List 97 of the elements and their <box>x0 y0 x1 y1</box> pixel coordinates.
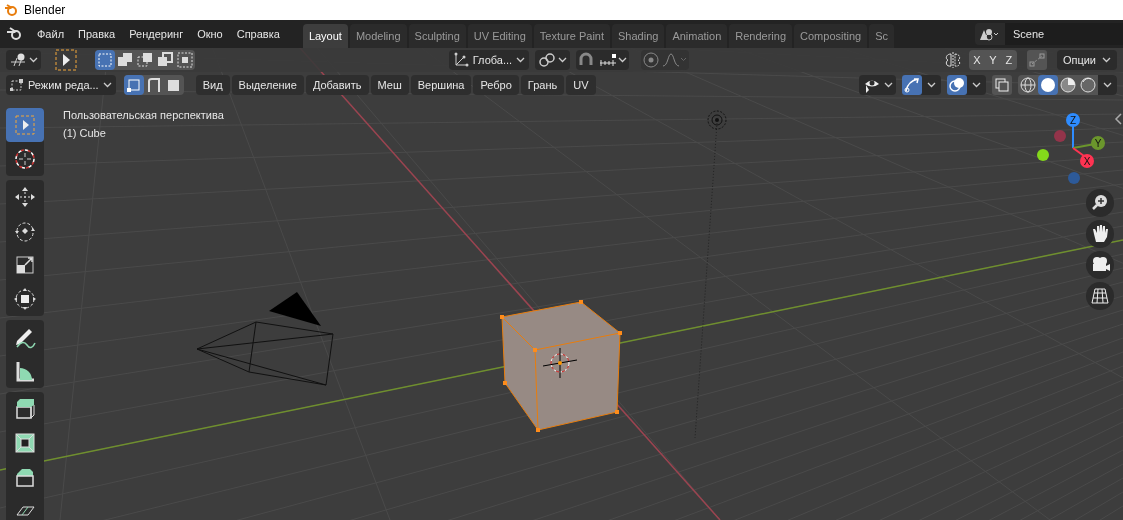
shading-mode-button[interactable] <box>1018 75 1038 95</box>
menu-item[interactable]: Справка <box>229 25 287 43</box>
select-box-icon <box>13 113 37 137</box>
select-invert-icon <box>156 51 174 69</box>
workspace-tab[interactable]: Layout <box>302 24 348 48</box>
caret-icon <box>618 57 628 63</box>
caret-icon <box>884 82 893 88</box>
shading-mode-button[interactable] <box>1058 75 1078 95</box>
select-tool-icon[interactable] <box>55 49 77 71</box>
scene-name-field[interactable]: Scene <box>1005 23 1123 45</box>
workspace-tab[interactable]: Animation <box>666 24 728 48</box>
select-intersect-icon <box>176 51 194 69</box>
workspace-tab[interactable]: Sculpting <box>408 24 466 48</box>
move-arrows-icon <box>13 185 37 209</box>
transform-icon <box>13 287 37 311</box>
shading-dropdown[interactable] <box>1098 75 1117 95</box>
menu-item[interactable]: Рендеринг <box>122 25 191 43</box>
options-label: Опции <box>1062 52 1096 68</box>
solid-sphere-icon <box>1038 75 1058 95</box>
header-menu[interactable]: Ребро <box>473 75 519 95</box>
header-menu[interactable]: UV <box>566 75 596 95</box>
select-mode-button[interactable] <box>175 50 195 70</box>
menu-item[interactable]: Правка <box>71 25 123 43</box>
caret-icon <box>102 82 112 88</box>
window-title: Blender <box>24 2 66 19</box>
header-menu[interactable]: Выделение <box>231 75 304 95</box>
pivot-dropdown[interactable] <box>6 50 41 70</box>
scene-selector[interactable] <box>975 23 1005 45</box>
visibility-dropdown[interactable] <box>859 75 896 95</box>
header-menu[interactable]: Вершина <box>410 75 472 95</box>
caret-icon <box>29 57 38 63</box>
mode-label: Режим реда... <box>28 77 99 93</box>
increment-icon <box>598 52 619 68</box>
axis-label: Y <box>1094 138 1102 149</box>
axis-toggle[interactable]: X <box>968 50 985 70</box>
caret-icon <box>972 82 981 88</box>
object-info: (1) Cube <box>63 126 107 141</box>
menu-item[interactable]: Окно <box>190 25 230 43</box>
view-name: Пользовательская перспектива <box>63 108 224 123</box>
header-menu[interactable]: Добавить <box>305 75 369 95</box>
link-icon <box>538 52 557 68</box>
orientation-dropdown[interactable]: Глоба... <box>448 50 530 70</box>
blender-logo-icon <box>4 4 18 16</box>
element-mode-button[interactable] <box>123 75 144 95</box>
hand-button[interactable] <box>1086 220 1114 248</box>
shading-mode-button[interactable] <box>1078 75 1098 95</box>
overlay-toggle-icon[interactable] <box>947 75 967 95</box>
3d-cursor-icon <box>542 347 578 379</box>
proportional-edit-icon[interactable] <box>642 51 661 69</box>
shading-mode-button[interactable] <box>1038 75 1058 95</box>
rendered-sphere-icon <box>1078 75 1098 95</box>
material-sphere-icon <box>1058 75 1078 95</box>
rotate-icon <box>13 219 37 243</box>
wireframe-sphere-icon <box>1018 75 1038 95</box>
pivot-icon <box>9 52 27 68</box>
camera-button[interactable] <box>1086 251 1114 279</box>
workspace-tab[interactable]: Shading <box>612 24 665 48</box>
caret-icon <box>927 82 936 88</box>
zoom-button[interactable] <box>1086 189 1114 217</box>
mode-dropdown[interactable]: Режим реда... <box>6 75 116 95</box>
scale-icon <box>13 253 37 277</box>
select-subtract-icon <box>136 51 154 69</box>
options-dropdown[interactable]: Опции <box>1056 50 1117 70</box>
workspace-tab[interactable]: Rendering <box>729 24 793 48</box>
select-mode-button[interactable] <box>135 50 155 70</box>
falloff-curve-icon[interactable] <box>662 52 689 68</box>
caret-icon <box>1103 82 1112 88</box>
axis-label: Z <box>1069 115 1077 126</box>
header-menu[interactable]: Вид <box>195 75 230 95</box>
menu-item[interactable]: Файл <box>30 25 72 43</box>
workspace-tab[interactable]: Sc <box>869 24 895 48</box>
select-set-icon <box>96 51 114 69</box>
header-menu[interactable]: Меш <box>370 75 409 95</box>
extrude-icon <box>13 397 37 421</box>
auto-merge-icon[interactable] <box>1026 50 1047 70</box>
edit-mode-icon <box>10 78 24 92</box>
cursor-icon <box>13 147 37 171</box>
blender-logo-icon[interactable] <box>6 27 22 41</box>
caret-icon <box>558 57 568 63</box>
workspace-tab[interactable]: UV Editing <box>467 24 532 48</box>
select-mode-button[interactable] <box>95 50 115 70</box>
axes-icon <box>452 52 469 68</box>
gizmo-toggle-icon[interactable] <box>902 75 922 95</box>
inset-icon <box>13 431 37 455</box>
xray-toggle-icon[interactable] <box>992 75 1012 95</box>
pivot-point-dropdown[interactable] <box>535 50 571 70</box>
workspace-tab[interactable]: Modeling <box>349 24 407 48</box>
caret-icon <box>516 57 526 63</box>
workspace-tab[interactable]: Texture Paint <box>533 24 610 48</box>
orientation-label: Глоба... <box>472 52 513 68</box>
axis-label: X <box>1083 156 1091 167</box>
workspace-tab[interactable]: Compositing <box>794 24 868 48</box>
grid-button[interactable] <box>1086 282 1114 310</box>
scene-icon <box>979 27 1001 41</box>
select-extend-icon <box>116 51 134 69</box>
caret-icon <box>1102 57 1111 63</box>
header-menu[interactable]: Грань <box>520 75 565 95</box>
